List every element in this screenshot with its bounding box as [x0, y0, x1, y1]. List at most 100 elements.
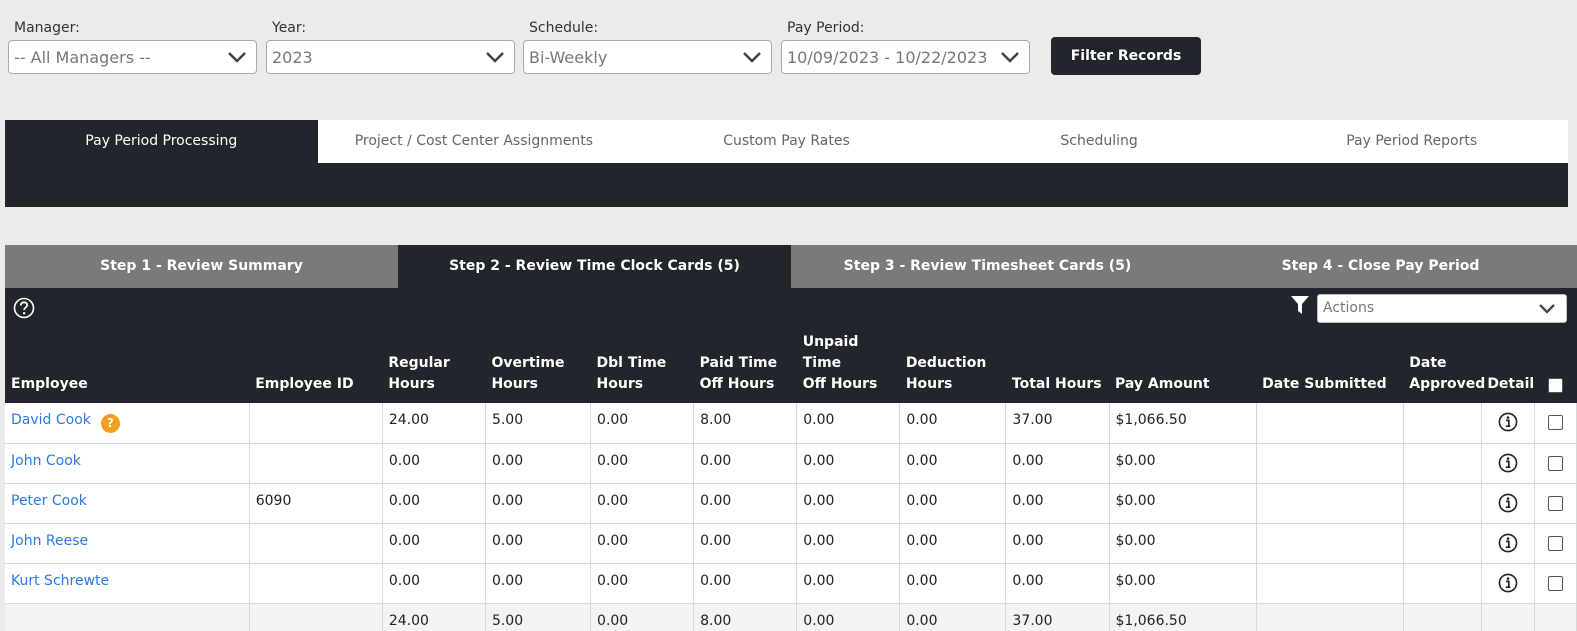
- step-1-review-summary[interactable]: Step 1 - Review Summary: [5, 245, 398, 288]
- step-2-review-time-clock[interactable]: Step 2 - Review Time Clock Cards (5): [398, 245, 791, 288]
- step-4-close-pay-period[interactable]: Step 4 - Close Pay Period: [1184, 245, 1577, 288]
- pay-amount-cell: $0.00: [1109, 443, 1257, 484]
- pay-period-select[interactable]: 10/09/2023 - 10/22/2023: [781, 40, 1030, 74]
- col-deduction-hours[interactable]: Deduction Hours: [900, 332, 1006, 403]
- select-all-checkbox[interactable]: [1547, 378, 1563, 393]
- total-hours-cell: 0.00: [1005, 483, 1110, 524]
- dbl-time-hours-cell: 0.00: [590, 443, 695, 484]
- info-circle-icon[interactable]: [1498, 453, 1518, 473]
- overtime-hours-cell: 0.00: [485, 483, 592, 524]
- date-approved-cell: [1403, 563, 1482, 604]
- regular-hours-cell: 0.00: [382, 483, 486, 524]
- help-circle-icon[interactable]: [13, 297, 35, 319]
- col-total-hours[interactable]: Total Hours: [1006, 332, 1109, 403]
- col-employee-id[interactable]: Employee ID: [249, 332, 382, 403]
- col-overtime-hours[interactable]: Overtime Hours: [485, 332, 590, 403]
- date-approved-cell: [1403, 403, 1482, 444]
- schedule-select[interactable]: Bi-Weekly: [523, 40, 772, 74]
- time-clock-table: Employee Employee ID Regular Hours Overti…: [5, 332, 1577, 631]
- info-circle-icon[interactable]: [1498, 573, 1518, 593]
- col-unpaid-time-off[interactable]: Unpaid Time Off Hours: [797, 332, 900, 403]
- deduction-hours-cell: 0.00: [899, 403, 1007, 444]
- tab-pay-period-processing[interactable]: Pay Period Processing: [5, 120, 318, 163]
- deduction-hours-cell: 0.00: [899, 563, 1007, 604]
- employee-cell: David Cook?: [5, 403, 250, 444]
- row-checkbox[interactable]: [1547, 535, 1563, 551]
- year-label: Year:: [272, 20, 307, 36]
- year-value: 2023: [272, 48, 313, 67]
- employee-link[interactable]: Kurt Schrewte: [11, 573, 109, 589]
- date-approved-cell: [1403, 443, 1482, 484]
- tab-pay-period-reports[interactable]: Pay Period Reports: [1255, 120, 1568, 163]
- col-employee[interactable]: Employee: [5, 332, 249, 403]
- employee-link[interactable]: John Reese: [11, 533, 88, 549]
- pay-period-label: Pay Period:: [787, 20, 865, 36]
- main-tab-bar: Pay Period Processing Project / Cost Cen…: [5, 120, 1568, 163]
- overtime-hours-cell: 5.00: [485, 403, 592, 444]
- info-circle-icon[interactable]: [1498, 493, 1518, 513]
- col-pay-amount[interactable]: Pay Amount: [1109, 332, 1256, 403]
- paid-time-off-cell: 8.00: [693, 403, 798, 444]
- overtime-hours-cell: 0.00: [485, 523, 592, 564]
- chevron-down-icon: [1539, 304, 1555, 314]
- info-circle-icon[interactable]: [1498, 533, 1518, 553]
- detail-cell: [1481, 523, 1535, 564]
- totals-empty-cell: [1256, 603, 1404, 631]
- pay-amount-cell: $0.00: [1109, 483, 1257, 524]
- pay-amount-cell: $1,066.50: [1109, 403, 1257, 444]
- date-approved-cell: [1403, 523, 1482, 564]
- year-select[interactable]: 2023: [266, 40, 515, 74]
- tab-custom-pay-rates[interactable]: Custom Pay Rates: [630, 120, 943, 163]
- employee-id-cell: [249, 443, 383, 484]
- paid-time-off-cell: 0.00: [693, 483, 798, 524]
- totals-row: 24.00 5.00 0.00 8.00 0.00 0.00 37.00 $1,…: [5, 603, 1577, 631]
- detail-cell: [1481, 563, 1535, 604]
- deduction-hours-cell: 0.00: [899, 523, 1007, 564]
- employee-link[interactable]: Peter Cook: [11, 493, 87, 509]
- question-badge-icon[interactable]: ?: [100, 414, 120, 433]
- tab-project-cost-center[interactable]: Project / Cost Center Assignments: [318, 120, 631, 163]
- step-tab-bar: Step 1 - Review Summary Step 2 - Review …: [5, 245, 1577, 288]
- tab-scheduling[interactable]: Scheduling: [943, 120, 1256, 163]
- filter-funnel-icon[interactable]: [1289, 294, 1311, 316]
- regular-hours-cell: 0.00: [382, 443, 486, 484]
- col-regular-hours[interactable]: Regular Hours: [382, 332, 485, 403]
- filter-records-button[interactable]: Filter Records: [1051, 37, 1201, 75]
- manager-value: -- All Managers --: [14, 48, 151, 67]
- totals-id-cell: [249, 603, 383, 631]
- step-3-review-timesheet[interactable]: Step 3 - Review Timesheet Cards (5): [791, 245, 1184, 288]
- table-row: Peter Cook 6090 0.00 0.00 0.00 0.00 0.00…: [5, 483, 1577, 524]
- col-select-all: [1534, 332, 1576, 403]
- pay-amount-cell: $0.00: [1109, 563, 1257, 604]
- col-dbl-time-hours[interactable]: Dbl Time Hours: [591, 332, 694, 403]
- row-checkbox[interactable]: [1547, 415, 1563, 430]
- row-checkbox[interactable]: [1547, 455, 1563, 471]
- employee-link[interactable]: John Cook: [11, 453, 81, 469]
- date-submitted-cell: [1256, 563, 1404, 604]
- totals-label-cell: [5, 603, 250, 631]
- col-date-submitted[interactable]: Date Submitted: [1256, 332, 1403, 403]
- employee-id-cell: [249, 403, 383, 444]
- employee-cell: Kurt Schrewte: [5, 563, 250, 604]
- employee-link[interactable]: David Cook: [11, 412, 91, 428]
- col-date-approved[interactable]: Date Approved: [1403, 332, 1485, 403]
- manager-label: Manager:: [14, 20, 80, 36]
- dbl-time-hours-cell: 0.00: [590, 563, 695, 604]
- employee-id-cell: [249, 563, 383, 604]
- row-checkbox[interactable]: [1547, 495, 1563, 511]
- select-cell: [1534, 443, 1577, 484]
- paid-time-off-cell: 0.00: [693, 443, 798, 484]
- date-submitted-cell: [1256, 483, 1404, 524]
- manager-select[interactable]: -- All Managers --: [8, 40, 257, 74]
- select-cell: [1534, 523, 1577, 564]
- col-paid-time-off[interactable]: Paid Time Off Hours: [694, 332, 797, 403]
- date-submitted-cell: [1256, 443, 1404, 484]
- row-checkbox[interactable]: [1547, 575, 1563, 591]
- paid-time-off-cell: 0.00: [693, 523, 798, 564]
- actions-select[interactable]: Actions: [1317, 294, 1567, 323]
- info-circle-icon[interactable]: [1498, 412, 1518, 432]
- detail-cell: [1481, 443, 1535, 484]
- schedule-value: Bi-Weekly: [529, 48, 608, 67]
- regular-hours-cell: 0.00: [382, 563, 486, 604]
- detail-cell: [1481, 403, 1535, 444]
